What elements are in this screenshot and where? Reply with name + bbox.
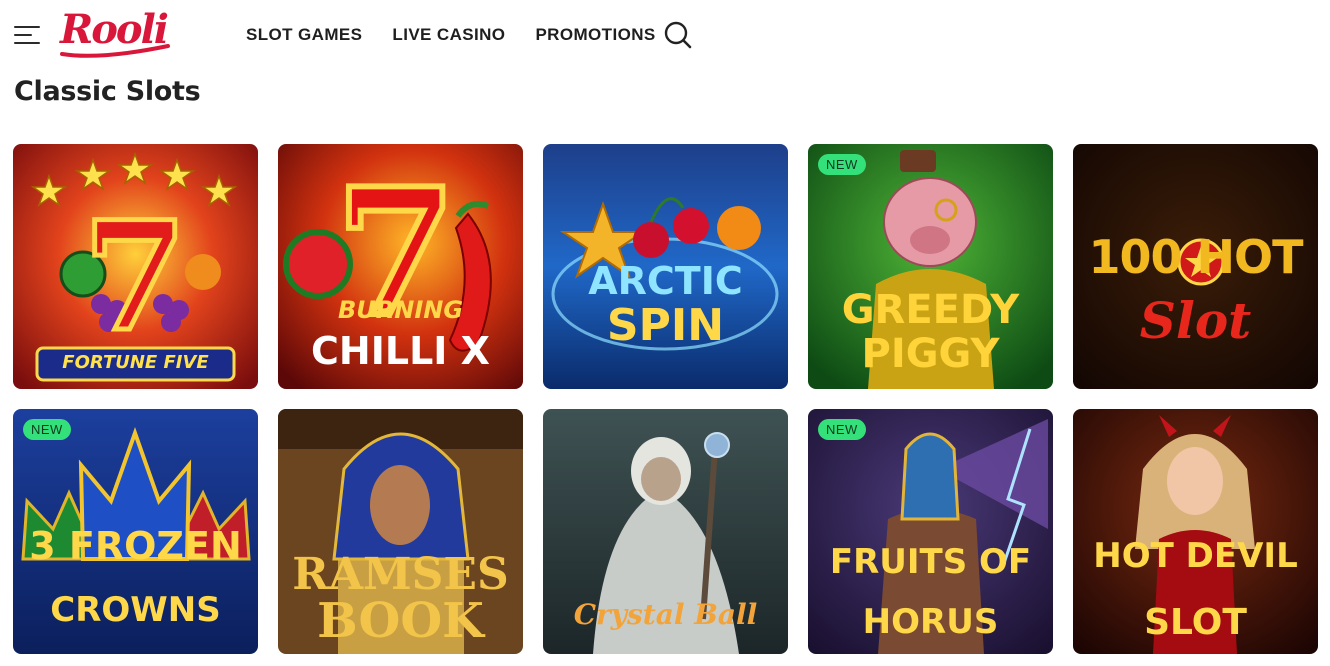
new-badge: NEW [818, 154, 866, 175]
game-title-line2: BOOK [317, 593, 484, 649]
game-tile-crystal-ball[interactable]: Crystal Ball [543, 409, 788, 654]
main-nav: SLOT GAMES LIVE CASINO PROMOTIONS [246, 25, 656, 45]
game-title-line2: CHILLI X [311, 329, 490, 373]
game-tile-hot-devil-slot[interactable]: HOT DEVIL SLOT [1073, 409, 1318, 654]
game-title-line2: SPIN [606, 300, 725, 351]
game-title-line2: HORUS [862, 602, 999, 642]
game-title-line1: HOT DEVIL [1093, 536, 1298, 576]
nav-slot-games[interactable]: SLOT GAMES [246, 25, 362, 45]
game-title-line1: 100 HOT [1088, 230, 1303, 284]
logo-swoosh [60, 44, 170, 58]
game-tile-100-hot-slot[interactable]: 100 HOT Slot [1073, 144, 1318, 389]
svg-text:7: 7 [83, 189, 187, 365]
game-title-line1: 3 FROZEN [29, 524, 242, 568]
game-title: FORTUNE FIVE [62, 352, 209, 373]
svg-text:7: 7 [335, 151, 457, 356]
game-title-line1: BURNING [337, 296, 464, 324]
game-tile-3-frozen-crowns[interactable]: NEW 3 FROZEN CROWNS [13, 409, 258, 654]
game-tile-fortune-five[interactable]: 7 FORTUNE FIVE [13, 144, 258, 389]
game-tile-burning-chilli-x[interactable]: 7 BURNING CHILLI X [278, 144, 523, 389]
nav-live-casino[interactable]: LIVE CASINO [392, 25, 505, 45]
game-title-line1: GREEDY [841, 287, 1020, 333]
game-title-line1: RAMSES [292, 549, 509, 600]
hamburger-menu-icon[interactable] [14, 24, 42, 46]
game-title-line1: ARCTIC [588, 259, 743, 303]
game-tile-arctic-spin[interactable]: ARCTIC SPIN [543, 144, 788, 389]
page-title: Classic Slots [14, 76, 201, 107]
search-icon[interactable] [664, 21, 692, 49]
rooli-logo[interactable]: Rooli [60, 6, 172, 60]
game-title-line2: SLOT [1144, 602, 1247, 643]
game-title-line2: Slot [1139, 291, 1252, 350]
nav-promotions[interactable]: PROMOTIONS [535, 25, 655, 45]
game-tile-greedy-piggy[interactable]: NEW GREEDY PIGGY [808, 144, 1053, 389]
game-title-line1: FRUITS OF [829, 542, 1032, 582]
game-grid: 7 FORTUNE FIVE 7 BURNING CHILLI X ARCTIC… [13, 144, 1318, 654]
game-title: Crystal Ball [573, 598, 758, 631]
game-tile-fruits-of-horus[interactable]: NEW FRUITS OF HORUS [808, 409, 1053, 654]
game-tile-ramses-book[interactable]: RAMSES BOOK [278, 409, 523, 654]
new-badge: NEW [818, 419, 866, 440]
site-header: Rooli SLOT GAMES LIVE CASINO PROMOTIONS [0, 0, 1330, 70]
game-title-line2: CROWNS [50, 590, 221, 630]
game-title-line2: PIGGY [861, 331, 1000, 377]
new-badge: NEW [23, 419, 71, 440]
